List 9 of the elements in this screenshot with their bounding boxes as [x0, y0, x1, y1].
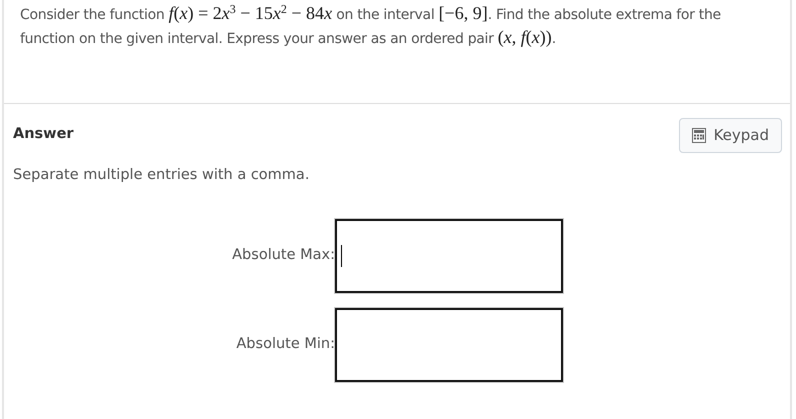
instructions-text: Separate multiple entries with a comma.: [13, 166, 310, 184]
answer-field[interactable]: [335, 308, 563, 382]
calculator-icon: [692, 128, 706, 143]
field-label: Absolute Min:: [235, 335, 335, 354]
question-text: Consider the function f(x) = 2x$^{3}$ − 15x$^{2}$ − 84x on the interval [−6, 9]. Find the absolute extrema for the function on the given interval. Express your answer as an ordered pair (x, f(x)).: [20, 2, 722, 49]
field-label: Absolute Max:: [231, 246, 335, 266]
keypad-button[interactable]: Keypad: [678, 118, 782, 152]
answer-field[interactable]: [335, 219, 563, 294]
answer-heading: Answer: [13, 125, 74, 144]
